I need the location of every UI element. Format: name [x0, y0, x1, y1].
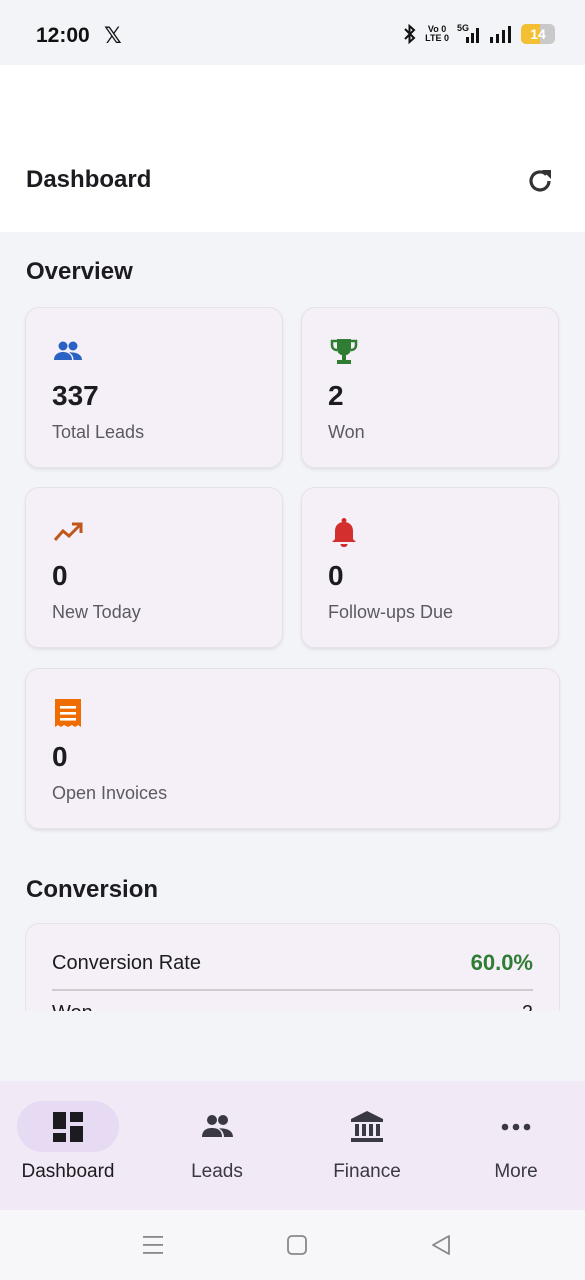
nav-label-finance: Finance [333, 1161, 401, 1182]
status-bar: 12:00 𝕏 Vo 0 LTE 0 5G 14 [0, 0, 585, 65]
won-card[interactable]: 2 Won [301, 307, 559, 468]
conversion-won-value: 2 [522, 1002, 533, 1011]
nav-item-dashboard[interactable]: Dashboard [0, 1081, 146, 1210]
open-invoices-value: 0 [52, 741, 68, 772]
open-invoices-card[interactable]: 0 Open Invoices [25, 668, 560, 829]
open-invoices-label: Open Invoices [52, 783, 168, 803]
new-today-card[interactable]: 0 New Today [25, 487, 283, 648]
nav-label-more: More [494, 1161, 538, 1182]
nav-label-dashboard: Dashboard [21, 1161, 115, 1182]
nav-item-leads[interactable]: Leads [144, 1081, 290, 1210]
signal-5g-icon: 5G [457, 24, 481, 44]
won-value: 2 [328, 380, 344, 411]
total-leads-value: 337 [52, 380, 99, 411]
bell-icon [332, 518, 356, 547]
total-leads-card[interactable]: 337 Total Leads [25, 307, 283, 468]
refresh-icon [529, 170, 551, 192]
x-app-icon: 𝕏 [104, 23, 122, 48]
new-today-value: 0 [52, 560, 68, 591]
new-today-label: New Today [52, 602, 141, 622]
overview-title: Overview [26, 258, 133, 285]
people-icon [202, 1115, 233, 1137]
divider [52, 989, 533, 991]
volte-indicator: Vo 0 LTE 0 [425, 25, 449, 43]
conversion-won-row: Won 2 [52, 1002, 533, 1011]
home-square-icon[interactable] [284, 1232, 310, 1258]
volte-line2: LTE 0 [425, 33, 449, 43]
conversion-rate-label: Conversion Rate [52, 951, 201, 974]
nav-item-more[interactable]: More [443, 1081, 585, 1210]
won-label: Won [328, 422, 365, 442]
more-horizontal-icon [501, 1123, 531, 1131]
app-bar: Dashboard [0, 65, 585, 232]
menu-icon[interactable] [140, 1232, 166, 1258]
battery-level: 14 [530, 26, 546, 42]
follow-ups-card[interactable]: 0 Follow-ups Due [301, 487, 559, 648]
bottom-navigation: Dashboard Leads Finance More [0, 1081, 585, 1210]
conversion-title: Conversion [26, 876, 159, 903]
battery-icon: 14 [521, 24, 555, 44]
status-time: 12:00 [36, 24, 90, 47]
bank-icon [351, 1111, 383, 1142]
nav-label-leads: Leads [191, 1161, 243, 1182]
follow-ups-label: Follow-ups Due [328, 602, 454, 622]
conversion-rate-value: 60.0% [470, 950, 533, 975]
nav-item-finance[interactable]: Finance [294, 1081, 440, 1210]
trending-up-icon [53, 522, 83, 541]
bluetooth-icon [404, 24, 416, 44]
conversion-card: Conversion Rate 60.0% Won 2 [25, 923, 560, 1011]
trophy-icon [330, 339, 358, 364]
signal-icon [490, 26, 511, 43]
follow-ups-value: 0 [328, 560, 344, 591]
conversion-won-label: Won [52, 1002, 93, 1011]
receipt-icon [55, 699, 81, 727]
conversion-rate-row: Conversion Rate 60.0% [52, 950, 533, 976]
total-leads-label: Total Leads [52, 422, 145, 442]
status-icons: Vo 0 LTE 0 5G 14 [403, 24, 555, 44]
back-triangle-icon[interactable] [428, 1232, 454, 1258]
refresh-button[interactable] [524, 165, 556, 197]
people-icon [54, 341, 82, 360]
system-navigation-bar [0, 1210, 585, 1280]
dashboard-icon [53, 1112, 83, 1142]
page-title: Dashboard [26, 166, 152, 193]
